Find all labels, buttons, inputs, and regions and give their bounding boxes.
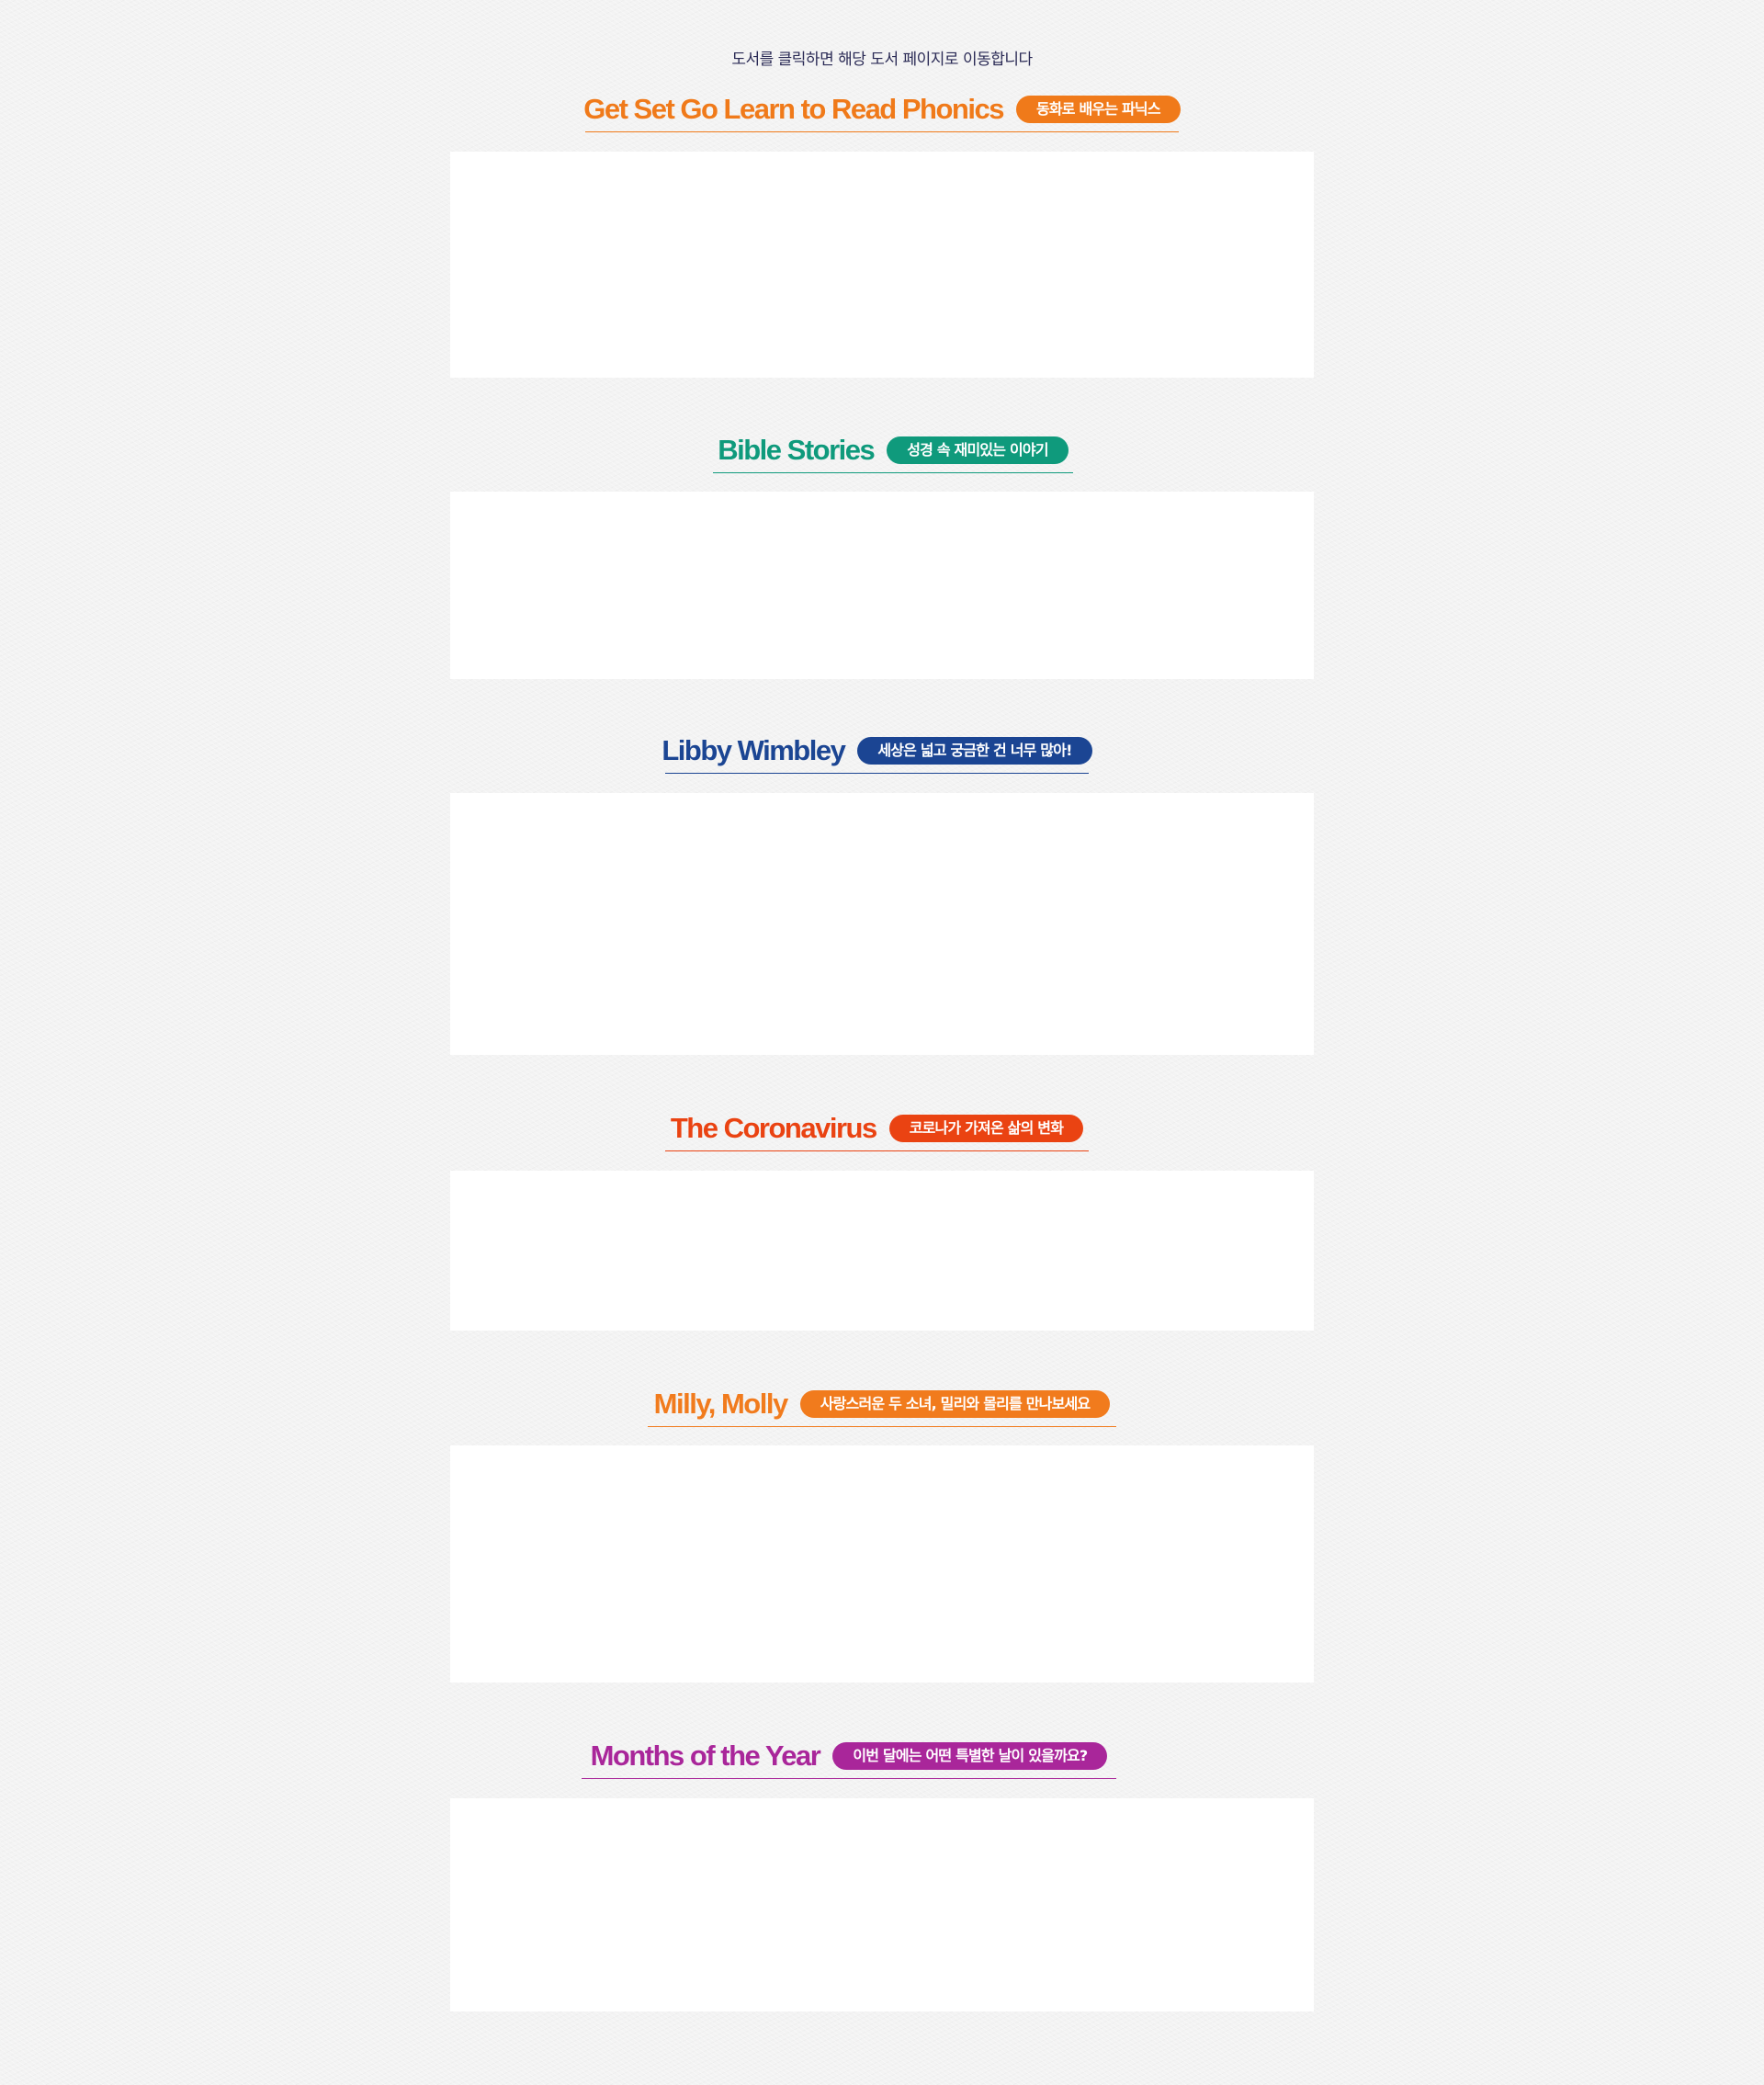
section-header-bible-stories: Bible Stories 성경 속 재미있는 이야기 [713,427,1073,473]
section-header-coronavirus: The Coronavirus 코로나가 가져온 삶의 변화 [665,1105,1089,1151]
section-title: Bible Stories [718,434,876,466]
section-header-months-of-the-year: Months of the Year 이번 달에는 어떤 특별한 날이 있을까요… [582,1733,1116,1779]
book-list-milly-molly[interactable] [450,1445,1314,1683]
section-badge: 코로나가 가져온 삶의 변화 [888,1114,1084,1142]
section-badge: 사랑스러운 두 소녀, 밀리와 몰리를 만나보세요 [799,1389,1111,1418]
section-header-libby-wimbley: Libby Wimbley 세상은 넓고 궁금한 건 너무 많아! [662,728,1092,774]
section-title: Milly, Molly [653,1388,789,1420]
page: 도서를 클릭하면 해당 도서 페이지로 이동합니다 Get Set Go Lea… [0,0,1764,2085]
section-header-milly-molly: Milly, Molly 사랑스러운 두 소녀, 밀리와 몰리를 만나보세요 [648,1381,1116,1427]
book-list-bible-stories[interactable] [450,492,1314,679]
book-list-libby-wimbley[interactable] [450,793,1314,1055]
section-title: The Coronavirus [670,1112,877,1144]
section-title: Get Set Go Learn to Read Phonics [583,93,1004,125]
section-badge: 성경 속 재미있는 이야기 [887,436,1069,464]
section-badge: 동화로 배우는 파닉스 [1015,95,1181,123]
book-list-phonics[interactable] [450,152,1314,378]
book-list-coronavirus[interactable] [450,1171,1314,1331]
notice-text: 도서를 클릭하면 해당 도서 페이지로 이동합니다 [731,51,1033,69]
section-badge: 이번 달에는 어떤 특별한 날이 있을까요? [832,1741,1108,1770]
section-title: Libby Wimbley [662,734,845,766]
book-list-months-of-the-year[interactable] [450,1798,1314,2011]
section-badge: 세상은 넓고 궁금한 건 너무 많아! [857,736,1092,765]
section-title: Months of the Year [590,1739,821,1772]
section-header-phonics: Get Set Go Learn to Read Phonics 동화로 배우는… [583,86,1181,132]
